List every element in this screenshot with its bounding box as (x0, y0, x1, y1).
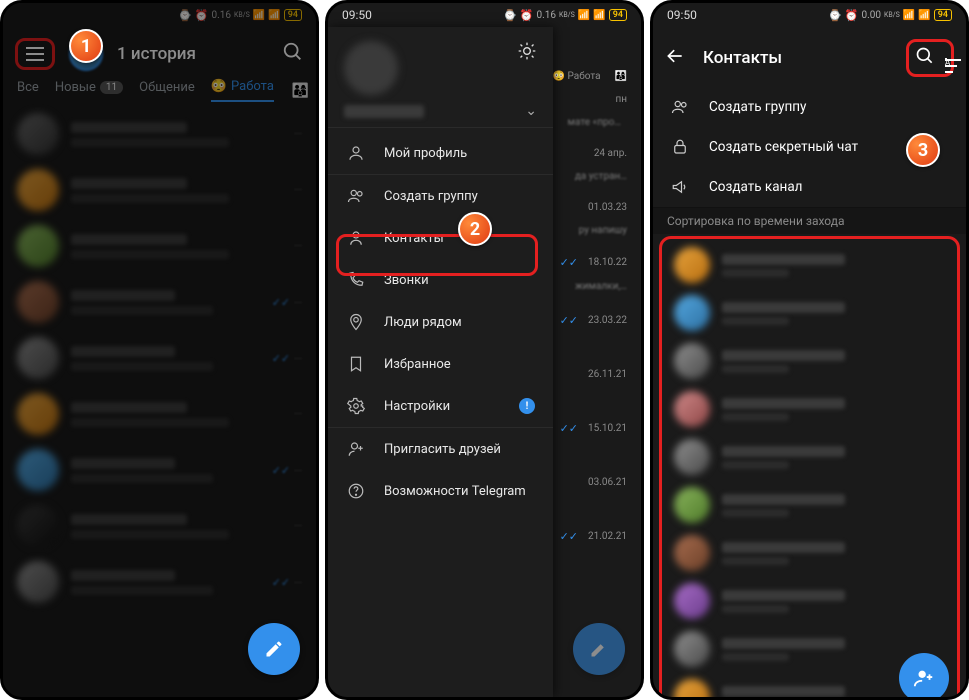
contact-row[interactable] (664, 433, 955, 481)
menu-features[interactable]: Возможности Telegram (328, 470, 553, 512)
screen-2-drawer: 09:50 ⌚⏰ 0.16 KB/S 📶📶 94 😳 Работа 👨‍👩‍👦 … (325, 0, 644, 700)
menu-nearby[interactable]: Люди рядом (328, 301, 553, 343)
status-bar: 09:50 ⌚⏰ 0.00 KB/S 📶📶 94 (653, 3, 966, 27)
contact-row[interactable] (664, 289, 955, 337)
step-badge-2: 2 (458, 212, 492, 246)
back-button[interactable] (665, 46, 685, 70)
new-message-fab[interactable] (573, 623, 625, 675)
search-button[interactable] (282, 41, 304, 67)
group-icon (346, 186, 366, 206)
menu-label: Возможности Telegram (384, 484, 526, 499)
step-badge-3: 3 (906, 133, 940, 167)
bluetooth-icon: ⌚ (178, 9, 192, 22)
folder-tabs: Все Новые 11 Общение 😳 Работа 👨‍👩‍👦 (3, 79, 316, 102)
signal-icon: 📶 (268, 10, 280, 21)
contact-icon (346, 228, 366, 248)
sort-section-header: Сортировка по времени захода (653, 207, 966, 234)
chats-header: 1 история (3, 27, 316, 79)
wifi-icon: 📶 (253, 10, 265, 21)
alarm-icon: ⏰ (195, 9, 209, 22)
chat-row[interactable]: ✓✓··· (3, 554, 316, 610)
drawer-account-switcher[interactable]: ⌄ (328, 103, 553, 127)
gear-icon (346, 396, 366, 416)
new-message-fab[interactable] (248, 623, 300, 675)
menu-label: Мой профиль (384, 146, 467, 161)
work-emoji-icon: 😳 (211, 79, 227, 94)
option-label: Создать секретный чат (709, 139, 858, 155)
navigation-drawer: ⌄ Мой профиль Создать группу Контакты Зв… (328, 27, 553, 697)
page-title: Контакты (703, 48, 888, 68)
step-badge-1: 1 (69, 29, 103, 63)
status-time: 09:50 (342, 8, 372, 22)
menu-invite[interactable]: Пригласить друзей (328, 428, 553, 470)
option-create-group[interactable]: Создать группу (653, 87, 966, 127)
tab-work[interactable]: 😳 Работа (211, 79, 274, 102)
option-create-channel[interactable]: Создать канал (653, 167, 966, 207)
contact-row[interactable] (664, 241, 955, 289)
theme-toggle-button[interactable] (517, 41, 537, 65)
menu-label: Избранное (384, 357, 451, 372)
menu-label: Создать группу (384, 189, 478, 204)
menu-saved[interactable]: Избранное (328, 343, 553, 385)
phone-icon (346, 270, 366, 290)
menu-contacts[interactable]: Контакты (328, 217, 553, 259)
menu-settings[interactable]: Настройки ! (328, 385, 553, 427)
chat-list: ··· ··· ··· ✓✓··· ✓✓··· ··· ✓✓··· ··· ✓✓… (3, 102, 316, 610)
menu-label: Контакты (384, 231, 444, 246)
add-contact-fab[interactable] (899, 653, 949, 700)
contact-row[interactable] (664, 385, 955, 433)
chat-row[interactable]: ··· (3, 386, 316, 442)
contact-row[interactable] (664, 337, 955, 385)
option-label: Создать группу (709, 99, 806, 115)
search-button[interactable] (915, 46, 935, 70)
contacts-header: Контакты A (653, 27, 966, 87)
extra-folder-icon[interactable]: 👨‍👩‍👦 (292, 83, 309, 99)
chat-row[interactable]: ··· (3, 218, 316, 274)
chat-row[interactable]: ··· (3, 162, 316, 218)
option-label: Создать канал (709, 179, 802, 195)
chevron-down-icon: ⌄ (525, 103, 537, 119)
add-user-icon (346, 439, 366, 459)
menu-my-profile[interactable]: Мой профиль (328, 132, 553, 174)
contacts-list-highlighted (659, 236, 960, 700)
hamburger-button[interactable] (15, 38, 55, 70)
contact-row[interactable] (664, 481, 955, 529)
menu-create-group[interactable]: Создать группу (328, 175, 553, 217)
menu-label: Настройки (384, 399, 450, 414)
tab-work-bg: 😳 Работа (553, 71, 601, 82)
contact-row[interactable] (664, 577, 955, 625)
menu-label: Люди рядом (384, 315, 462, 330)
location-icon (346, 312, 366, 332)
status-bar: 09:50 ⌚⏰ 0.16 KB/S 📶📶 94 (328, 3, 641, 27)
chat-row[interactable]: ✓✓··· (3, 274, 316, 330)
screen-1-chats: ⌚ ⏰ 0.16 KB/S 📶 📶 94 1 история Все Новые… (0, 0, 319, 700)
highlight-header-actions: A (906, 39, 954, 77)
drawer-menu-list: Мой профиль Создать группу Контакты Звон… (328, 128, 553, 516)
menu-calls[interactable]: Звонки (328, 259, 553, 301)
status-bar: ⌚ ⏰ 0.16 KB/S 📶 📶 94 (3, 3, 316, 27)
hamburger-icon (26, 47, 44, 61)
stories-title: 1 история (117, 44, 268, 64)
tab-chatting[interactable]: Общение (139, 80, 195, 101)
settings-alert-badge: ! (519, 398, 535, 414)
bookmark-icon (346, 354, 366, 374)
screen-3-contacts: 09:50 ⌚⏰ 0.00 KB/S 📶📶 94 Контакты A Соз (650, 0, 969, 700)
user-icon (346, 143, 366, 163)
new-count-badge: 11 (100, 81, 123, 94)
chat-row[interactable]: ✓✓··· (3, 442, 316, 498)
chat-row[interactable]: ✓✓··· (3, 330, 316, 386)
tab-all[interactable]: Все (17, 80, 39, 101)
chat-row[interactable]: ··· (3, 106, 316, 162)
menu-label: Звонки (384, 273, 429, 288)
contact-row[interactable] (664, 529, 955, 577)
help-icon (346, 481, 366, 501)
drawer-avatar[interactable] (344, 41, 398, 95)
tab-new[interactable]: Новые 11 (55, 80, 123, 101)
battery-level: 94 (284, 9, 302, 21)
menu-label: Пригласить друзей (384, 442, 501, 457)
chat-row[interactable]: ··· (3, 498, 316, 554)
net-unit: KB/S (234, 11, 250, 19)
net-speed: 0.16 (211, 10, 231, 21)
